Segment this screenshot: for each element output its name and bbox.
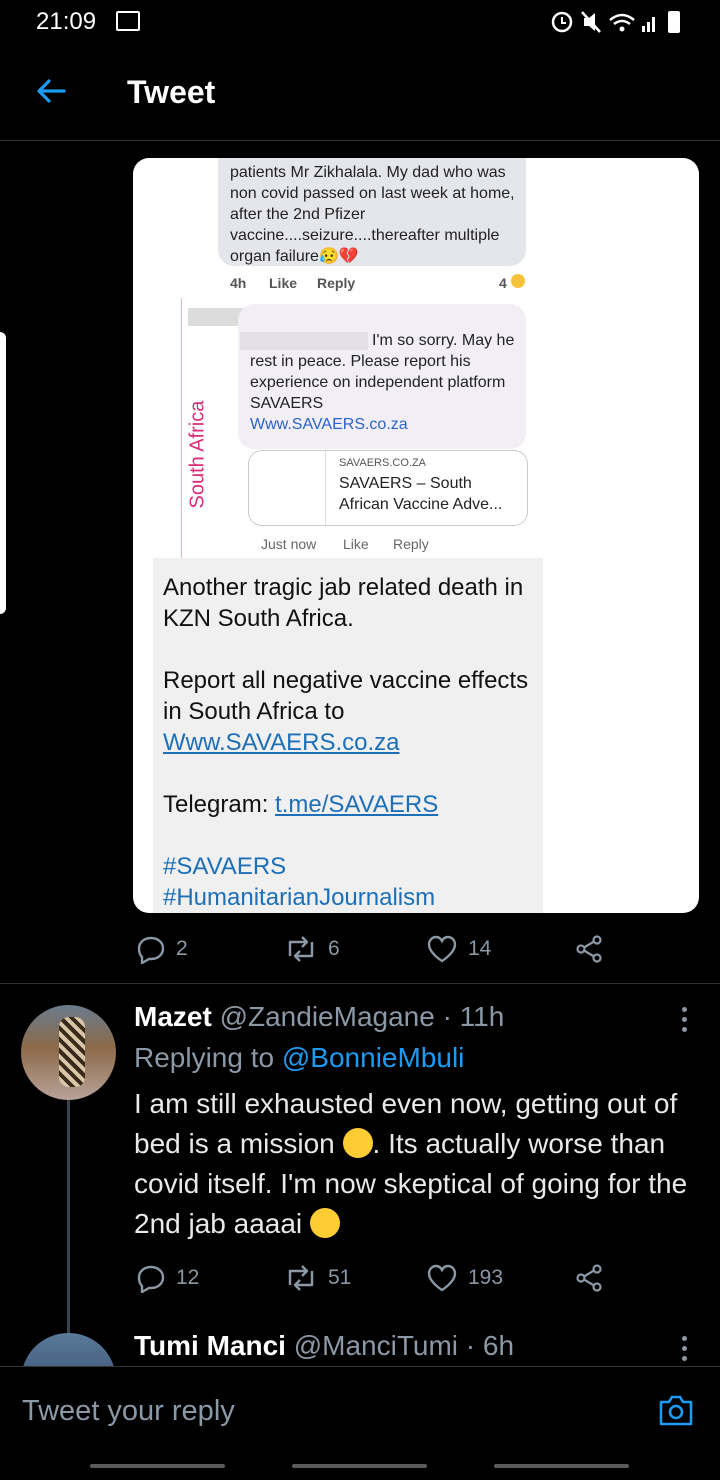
caption-line2: Report all negative vaccine effects in S… bbox=[163, 667, 529, 756]
reply-link: Www.SAVAERS.co.za bbox=[250, 416, 408, 433]
like-action[interactable]: 193 bbox=[426, 1258, 503, 1298]
page-vertical-label: South Africa bbox=[186, 400, 209, 509]
retweet-count: 6 bbox=[328, 937, 340, 960]
image-caption-panel: Another tragic jab related death in KZN … bbox=[153, 558, 543, 913]
signal-icon bbox=[642, 17, 655, 32]
thread-line bbox=[67, 1100, 70, 1336]
retweet-icon bbox=[288, 1265, 314, 1291]
reply-icon bbox=[137, 936, 165, 964]
page-divider-line bbox=[181, 298, 182, 558]
hashtag-savaers: #SAVAERS bbox=[163, 853, 287, 880]
app-header: Tweet bbox=[0, 44, 720, 141]
divider bbox=[0, 983, 720, 984]
reply-composer: Tweet your reply bbox=[0, 1366, 720, 1448]
author-handle: @ZandieMagane · 11h bbox=[219, 1001, 505, 1032]
mention-link[interactable]: @BonnieMbuli bbox=[282, 1042, 465, 1073]
back-arrow-icon[interactable] bbox=[34, 74, 68, 108]
sad-emoji-icon bbox=[511, 274, 525, 288]
caption-link: Www.SAVAERS.co.za bbox=[163, 729, 400, 756]
caption-telegram: Telegram: t.me/SAVAERS bbox=[163, 791, 439, 818]
author-handle: @ManciTumi · 6h bbox=[293, 1330, 515, 1361]
reply-text: I am still exhausted even now, getting o… bbox=[134, 1088, 688, 1239]
replying-to: Replying to @BonnieMbuli bbox=[134, 1042, 465, 1073]
reply-count: 12 bbox=[176, 1266, 200, 1289]
share-action[interactable] bbox=[574, 1258, 604, 1298]
comment-time: 4h bbox=[230, 275, 247, 291]
reply-reply: Reply bbox=[393, 536, 429, 552]
share-icon bbox=[576, 935, 602, 963]
retweet-count: 51 bbox=[328, 1266, 352, 1289]
preview-domain: SAVAERS.CO.ZA bbox=[339, 457, 427, 469]
reply-like: Like bbox=[343, 536, 369, 552]
comment-like: Like bbox=[269, 275, 298, 291]
retweet-icon bbox=[288, 936, 314, 962]
hashtag-humanitarian: #HumanitarianJournalism bbox=[163, 884, 436, 911]
mute-icon bbox=[581, 11, 601, 33]
tweet-actions: 2 6 14 bbox=[0, 929, 720, 969]
wifi-icon bbox=[609, 13, 635, 32]
status-icons bbox=[551, 11, 680, 33]
reply-author-line: Mazet @ZandieMagane · 11h bbox=[134, 1001, 504, 1033]
reply-icon bbox=[137, 1265, 165, 1293]
page-title: Tweet bbox=[127, 74, 216, 110]
reply-time: Just now bbox=[261, 536, 317, 552]
tired-face-emoji-icon bbox=[342, 1128, 373, 1158]
heart-icon bbox=[427, 1264, 457, 1292]
comment-reply: Reply bbox=[317, 275, 356, 291]
reply-author-line: Tumi Manci @ManciTumi · 6h bbox=[134, 1330, 514, 1362]
caption-line1: Another tragic jab related death in KZN … bbox=[163, 574, 524, 632]
author-name[interactable]: Mazet bbox=[134, 1001, 212, 1032]
retweet-action[interactable]: 6 bbox=[284, 929, 340, 969]
heart-icon bbox=[427, 935, 457, 963]
reply-actions: 12 51 193 bbox=[0, 1258, 720, 1298]
camera-icon[interactable] bbox=[658, 1393, 694, 1427]
link-preview-card: SAVAERS.CO.ZA SAVAERS – South African Va… bbox=[248, 450, 528, 526]
gallery-icon bbox=[116, 11, 140, 31]
reply-count: 2 bbox=[176, 937, 188, 960]
reply-text: I'm so sorry. May he rest in peace. Plea… bbox=[250, 332, 515, 433]
reply-action[interactable]: 2 bbox=[136, 929, 188, 969]
alarm-icon bbox=[551, 11, 573, 33]
share-action[interactable] bbox=[574, 929, 604, 969]
comment-text: patients Mr Zikhalala. My dad who was no… bbox=[230, 164, 515, 265]
nav-home[interactable] bbox=[292, 1464, 427, 1468]
more-options-icon[interactable] bbox=[682, 1336, 688, 1366]
nav-recents[interactable] bbox=[90, 1464, 225, 1468]
preview-title: SAVAERS – South African Vaccine Adve... bbox=[339, 475, 503, 513]
like-action[interactable]: 14 bbox=[426, 929, 491, 969]
reply-input[interactable]: Tweet your reply bbox=[22, 1395, 235, 1428]
reply-bubble: I'm so sorry. May he rest in peace. Plea… bbox=[238, 304, 526, 449]
author-name[interactable]: Tumi Manci bbox=[134, 1330, 286, 1361]
status-time: 21:09 bbox=[36, 8, 97, 35]
comment-bubble: patients Mr Zikhalala. My dad who was no… bbox=[218, 158, 526, 266]
status-bar: 21:09 bbox=[0, 0, 720, 44]
facebook-screenshot: South Africa patients Mr Zikhalala. My d… bbox=[153, 158, 543, 558]
system-nav-bar bbox=[0, 1447, 720, 1480]
more-options-icon[interactable] bbox=[682, 1007, 688, 1037]
woozy-face-emoji-icon bbox=[309, 1208, 340, 1238]
like-count: 14 bbox=[468, 937, 492, 960]
retweet-action[interactable]: 51 bbox=[284, 1258, 351, 1298]
battery-icon bbox=[668, 11, 680, 33]
reply-action[interactable]: 12 bbox=[136, 1258, 199, 1298]
share-icon bbox=[576, 1264, 602, 1292]
like-count: 193 bbox=[468, 1266, 504, 1289]
tweet-media-image[interactable]: South Africa patients Mr Zikhalala. My d… bbox=[133, 158, 699, 913]
telegram-link: t.me/SAVAERS bbox=[275, 791, 439, 818]
reaction-count: 4 bbox=[499, 275, 507, 291]
avatar[interactable] bbox=[21, 1005, 116, 1100]
edge-card bbox=[0, 332, 6, 614]
nav-back[interactable] bbox=[494, 1464, 629, 1468]
